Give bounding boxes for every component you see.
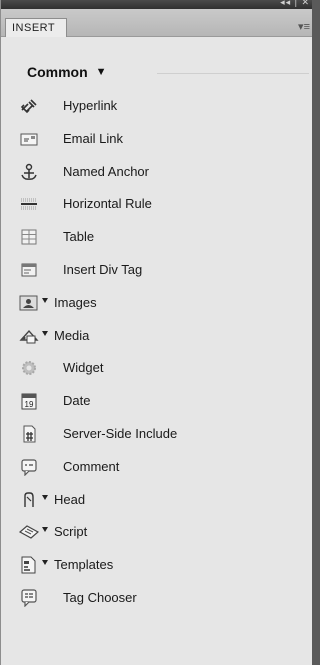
insert-item-date[interactable]: 19 Date [1,385,311,418]
item-label: Images [54,294,97,310]
item-label: Horizontal Rule [63,196,152,212]
email-link-icon [19,130,39,148]
table-icon [19,228,39,246]
item-label: Hyperlink [63,98,118,113]
category-divider [157,73,309,74]
insert-item-table[interactable]: Table [1,221,311,254]
insert-panel: ◂◂ | ✕ INSERT ▾≡ Common ▼ Hyperlink Emai… [0,0,312,665]
script-icon [19,523,39,541]
server-side-include-icon [19,425,39,443]
item-label: Insert Div Tag [63,261,143,277]
media-icon [19,327,39,345]
insert-item-script[interactable]: Script [1,516,311,549]
insert-item-comment[interactable]: Comment [1,451,311,484]
dropdown-arrow-icon[interactable] [42,494,48,500]
item-label: Script [54,524,88,540]
dropdown-arrow-icon[interactable] [42,297,48,303]
insert-item-server-side-include[interactable]: Server-Side Include [1,418,311,451]
insert-item-email-link[interactable]: Email Link [1,123,311,156]
panel-menu-icon[interactable]: ▾≡ [298,20,310,33]
panel-window-controls[interactable]: ◂◂ | ✕ [280,0,310,8]
item-label: Comment [63,458,120,474]
item-label: Named Anchor [63,163,149,179]
insert-item-images[interactable]: Images [1,287,311,320]
hyperlink-icon [19,97,39,115]
tab-insert[interactable]: INSERT [5,18,67,37]
insert-item-tag-chooser[interactable]: Tag Chooser [1,582,311,615]
category-label: Common [27,64,88,80]
insert-div-tag-icon [19,261,39,279]
dropdown-arrow-icon[interactable] [42,560,48,566]
panel-titlebar: ◂◂ | ✕ [1,0,312,9]
dropdown-arrow-icon[interactable] [42,330,48,336]
comment-icon [19,458,39,476]
tag-chooser-icon [19,589,39,607]
insert-item-insert-div-tag[interactable]: Insert Div Tag [1,254,311,287]
item-label: Date [63,393,91,409]
head-icon [19,491,39,509]
item-label: Table [63,229,95,245]
insert-items-list: Hyperlink Email Link Named Anchor Horizo… [1,90,311,615]
item-label: Tag Chooser [63,589,137,605]
category-selector[interactable]: Common ▼ [27,64,107,80]
item-label: Head [54,491,86,507]
date-icon: 19 [19,392,39,410]
item-label: Templates [54,557,114,573]
images-icon [19,294,39,312]
named-anchor-icon [19,163,39,181]
item-label: Server-Side Include [63,425,178,441]
date-icon-number: 19 [25,400,34,409]
item-label: Email Link [63,130,123,146]
widget-icon [19,359,39,377]
panel-tab-strip: INSERT ▾≡ [1,9,312,37]
insert-item-widget[interactable]: Widget [1,352,311,385]
templates-icon [19,556,39,574]
dropdown-arrow-icon[interactable] [42,527,48,533]
item-label: Widget [63,360,104,376]
insert-item-head[interactable]: Head [1,484,311,517]
caret-down-icon: ▼ [95,66,107,78]
insert-item-media[interactable]: Media [1,320,311,353]
insert-item-templates[interactable]: Templates [1,549,311,582]
insert-item-named-anchor[interactable]: Named Anchor [1,156,311,189]
horizontal-rule-icon [19,195,39,213]
insert-item-horizontal-rule[interactable]: Horizontal Rule [1,188,311,221]
item-label: Media [54,327,90,343]
insert-item-hyperlink[interactable]: Hyperlink [1,90,311,123]
